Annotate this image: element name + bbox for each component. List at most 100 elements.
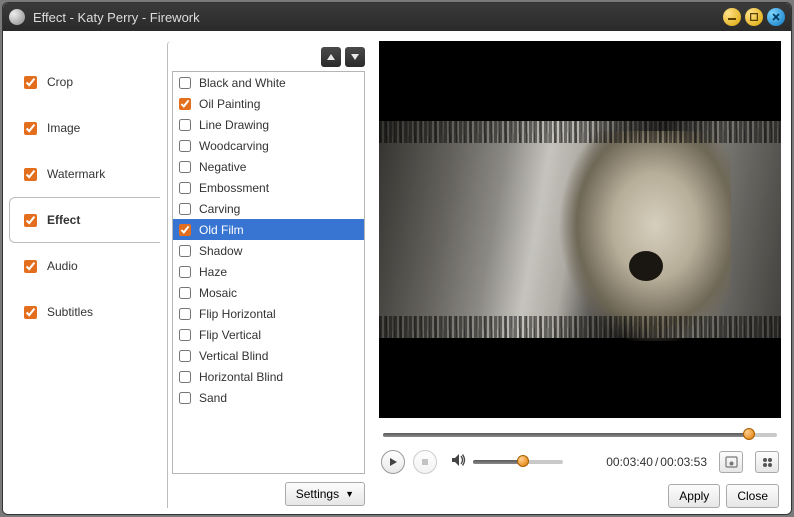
speaker-icon[interactable] [451,453,467,472]
effect-item[interactable]: Old Film [173,219,364,240]
tab-crop-checkbox[interactable] [24,76,37,89]
video-preview[interactable] [379,41,781,418]
move-up-button[interactable] [321,47,341,67]
effect-label: Sand [199,391,227,405]
seek-fill [383,433,749,437]
effect-item[interactable]: Vertical Blind [173,345,364,366]
effect-label: Horizontal Blind [199,370,283,384]
minimize-button[interactable] [723,8,741,26]
effect-item[interactable]: Line Drawing [173,114,364,135]
effect-item[interactable]: Flip Horizontal [173,303,364,324]
effect-checkbox[interactable] [179,245,191,257]
effect-label: Line Drawing [199,118,269,132]
seek-thumb[interactable] [743,428,755,440]
effect-editor-window: Effect - Katy Perry - Firework Crop Image… [2,2,792,515]
effect-label: Haze [199,265,227,279]
tab-crop[interactable]: Crop [9,59,159,105]
stop-button[interactable] [413,450,437,474]
effect-item[interactable]: Negative [173,156,364,177]
effect-item[interactable]: Mosaic [173,282,364,303]
effect-label: Shadow [199,244,242,258]
tab-watermark-checkbox[interactable] [24,168,37,181]
tab-audio-label: Audio [47,259,78,273]
close-button[interactable]: Close [726,484,779,508]
effect-checkbox[interactable] [179,77,191,89]
titlebar[interactable]: Effect - Katy Perry - Firework [3,3,791,31]
preview-panel: 00:03:40 / 00:03:53 Apply [379,41,781,508]
effect-checkbox[interactable] [179,119,191,131]
dialog-footer: Apply Close [379,484,781,508]
seek-bar[interactable] [379,428,781,442]
effect-label: Carving [199,202,240,216]
reorder-bar [168,47,371,71]
volume-slider[interactable] [473,460,563,464]
effect-item[interactable]: Horizontal Blind [173,366,364,387]
tab-subtitles[interactable]: Subtitles [9,289,159,335]
category-tabs: Crop Image Watermark Effect Audio Subtitles [9,41,159,508]
close-window-button[interactable] [767,8,785,26]
effect-item[interactable]: Shadow [173,240,364,261]
effect-label: Flip Horizontal [199,307,276,321]
compare-button[interactable] [755,451,779,473]
effect-checkbox[interactable] [179,329,191,341]
caret-down-icon: ▼ [345,489,354,499]
tab-audio-checkbox[interactable] [24,260,37,273]
effect-item[interactable]: Black and White [173,72,364,93]
effect-checkbox[interactable] [179,203,191,215]
effect-checkbox[interactable] [179,161,191,173]
effect-item[interactable]: Woodcarving [173,135,364,156]
effect-label: Woodcarving [199,139,269,153]
effect-label: Flip Vertical [199,328,261,342]
effect-item[interactable]: Sand [173,387,364,408]
maximize-button[interactable] [745,8,763,26]
effect-checkbox[interactable] [179,266,191,278]
effects-panel: Black and White Oil Painting Line Drawing W… [167,41,371,508]
play-button[interactable] [381,450,405,474]
volume-thumb[interactable] [517,455,529,467]
playback-controls: 00:03:40 / 00:03:53 Apply [379,418,781,508]
effect-item[interactable]: Embossment [173,177,364,198]
tab-image[interactable]: Image [9,105,159,151]
tab-subtitles-label: Subtitles [47,305,93,319]
tab-crop-label: Crop [47,75,73,89]
effect-checkbox[interactable] [179,392,191,404]
effect-item[interactable]: Haze [173,261,364,282]
tab-audio[interactable]: Audio [9,243,159,289]
effect-checkbox[interactable] [179,371,191,383]
effect-item[interactable]: Carving [173,198,364,219]
effect-checkbox[interactable] [179,287,191,299]
settings-button[interactable]: Settings ▼ [285,482,365,506]
time-current: 00:03:40 [606,455,653,469]
tab-image-label: Image [47,121,80,135]
tab-watermark[interactable]: Watermark [9,151,159,197]
snapshot-button[interactable] [719,451,743,473]
tab-watermark-label: Watermark [47,167,105,181]
tab-effect[interactable]: Effect [9,197,160,243]
effect-checkbox[interactable] [179,140,191,152]
playback-time: 00:03:40 / 00:03:53 [606,455,707,469]
effect-checkbox[interactable] [179,182,191,194]
effect-item[interactable]: Oil Painting [173,93,364,114]
move-down-button[interactable] [345,47,365,67]
effect-checkbox[interactable] [179,308,191,320]
time-total: 00:03:53 [660,455,707,469]
tab-effect-label: Effect [47,213,80,227]
effect-item[interactable]: Flip Vertical [173,324,364,345]
effect-checkbox[interactable] [179,98,191,110]
tab-subtitles-checkbox[interactable] [24,306,37,319]
effect-label: Mosaic [199,286,237,300]
effect-label: Old Film [199,223,244,237]
window-title: Effect - Katy Perry - Firework [33,10,719,25]
effect-checkbox[interactable] [179,350,191,362]
window-body: Crop Image Watermark Effect Audio Subtitles B… [3,31,791,514]
effect-checkbox[interactable] [179,224,191,236]
effects-list[interactable]: Black and White Oil Painting Line Drawing W… [172,71,365,474]
tab-image-checkbox[interactable] [24,122,37,135]
effect-label: Black and White [199,76,286,90]
tab-effect-checkbox[interactable] [24,214,37,227]
apply-button[interactable]: Apply [668,484,720,508]
video-content [541,131,731,341]
effect-label: Oil Painting [199,97,260,111]
effect-label: Vertical Blind [199,349,268,363]
effect-label: Negative [199,160,246,174]
